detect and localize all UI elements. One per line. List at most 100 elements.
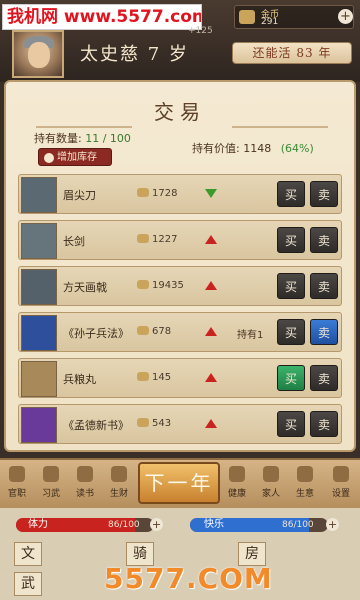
item-name: 方天画戟 bbox=[63, 281, 107, 294]
officials-icon bbox=[9, 466, 25, 482]
add-circle-icon bbox=[44, 153, 54, 163]
sell-button[interactable]: 卖 bbox=[310, 319, 338, 345]
item-name: 《孙子兵法》 bbox=[63, 327, 129, 340]
holdings-count: 持有数量: 11 / 100 bbox=[34, 130, 131, 146]
gear-icon bbox=[333, 466, 349, 482]
item-row: 方天画戟 19435 买卖 bbox=[18, 266, 342, 306]
nav-item-martial[interactable]: 习武 bbox=[36, 466, 66, 499]
add-stock-label: 增加库存 bbox=[57, 152, 97, 163]
top-header: 我机网 www.5577.com 太史慈 7 岁 +125 金币 291 + 还… bbox=[0, 0, 360, 82]
nav-item-wealth[interactable]: 生财 bbox=[104, 466, 134, 499]
watermark: 5577.COM bbox=[104, 562, 273, 595]
site-banner: 我机网 www.5577.com bbox=[2, 4, 202, 30]
panel-title: 交易 bbox=[154, 100, 206, 124]
item-price: 543 bbox=[137, 418, 171, 429]
item-price: 1728 bbox=[137, 188, 177, 199]
business-icon bbox=[297, 466, 313, 482]
nav-label: 设置 bbox=[331, 489, 350, 499]
trend-up-icon bbox=[205, 281, 217, 290]
nav-label: 家人 bbox=[261, 489, 280, 499]
gold-coin-icon bbox=[137, 326, 149, 335]
health-icon bbox=[229, 466, 245, 482]
price-value: 678 bbox=[152, 326, 172, 337]
item-icon bbox=[21, 269, 57, 305]
holdings-value-line: 持有价值: 1148 (64%) bbox=[192, 140, 314, 156]
buy-button[interactable]: 买 bbox=[277, 365, 305, 391]
value-percent: (64%) bbox=[280, 142, 314, 155]
next-year-button[interactable]: 下一年 bbox=[138, 462, 220, 504]
sell-button[interactable]: 卖 bbox=[310, 365, 338, 391]
trend-up-icon bbox=[205, 373, 217, 382]
nav-label: 生意 bbox=[295, 489, 314, 499]
book-icon bbox=[77, 466, 93, 482]
held-count: 持有1 bbox=[237, 330, 264, 341]
character-name: 太史慈 7 岁 bbox=[80, 44, 189, 65]
gold-display: 金币 291 bbox=[234, 5, 354, 29]
buy-button[interactable]: 买 bbox=[277, 227, 305, 253]
item-row: 眉尖刀 1728 买卖 bbox=[18, 174, 342, 214]
trend-up-icon bbox=[205, 235, 217, 244]
sell-button[interactable]: 卖 bbox=[310, 411, 338, 437]
nav-item-settings[interactable]: 设置 bbox=[326, 466, 356, 499]
lifespan-badge: 还能活 83 年 bbox=[232, 42, 352, 64]
item-price: 19435 bbox=[137, 280, 184, 291]
buy-button[interactable]: 买 bbox=[277, 273, 305, 299]
buy-button[interactable]: 买 bbox=[277, 411, 305, 437]
item-price: 145 bbox=[137, 372, 171, 383]
holdings-value: 11 / 100 bbox=[85, 132, 131, 145]
price-value: 145 bbox=[152, 372, 172, 383]
face-shape bbox=[28, 42, 50, 68]
trend-up-icon bbox=[205, 419, 217, 428]
gold-coin-icon bbox=[239, 10, 255, 24]
money-icon bbox=[111, 466, 127, 482]
skill-literary[interactable]: 文 bbox=[14, 542, 42, 566]
gold-coin-icon bbox=[137, 372, 149, 381]
gold-coin-icon bbox=[137, 234, 149, 243]
stamina-label: 体力 bbox=[28, 519, 48, 530]
item-icon bbox=[21, 177, 57, 213]
title-divider-right bbox=[232, 126, 328, 128]
sell-button[interactable]: 卖 bbox=[310, 227, 338, 253]
character-avatar[interactable] bbox=[12, 30, 64, 78]
add-stock-button[interactable]: 增加库存 bbox=[38, 148, 112, 166]
price-value: 543 bbox=[152, 418, 172, 429]
item-row: 《孟德新书》 543 买卖 bbox=[18, 404, 342, 444]
item-icon bbox=[21, 361, 57, 397]
joy-value: 86/100 bbox=[282, 520, 314, 530]
value-amount: 1148 bbox=[243, 142, 272, 155]
item-name: 《孟德新书》 bbox=[63, 419, 129, 432]
stamina-plus-button[interactable]: + bbox=[150, 518, 163, 531]
skill-martial[interactable]: 武 bbox=[14, 572, 42, 596]
item-row: 兵粮丸 145 买卖 bbox=[18, 358, 342, 398]
nav-label: 习武 bbox=[41, 489, 60, 499]
gold-value: 291 bbox=[261, 17, 279, 27]
item-name: 长剑 bbox=[63, 235, 85, 248]
item-price: 1227 bbox=[137, 234, 177, 245]
add-gold-button[interactable]: + bbox=[338, 9, 353, 24]
nav-item-study[interactable]: 读书 bbox=[70, 466, 100, 499]
sell-button[interactable]: 卖 bbox=[310, 273, 338, 299]
item-row: 《孙子兵法》 678 持有1 买卖 bbox=[18, 312, 342, 352]
gold-coin-icon bbox=[137, 280, 149, 289]
trend-up-icon bbox=[205, 327, 217, 336]
nav-item-health[interactable]: 健康 bbox=[222, 466, 252, 499]
item-icon bbox=[21, 223, 57, 259]
item-icon bbox=[21, 315, 57, 351]
family-icon bbox=[263, 466, 279, 482]
joy-plus-button[interactable]: + bbox=[326, 518, 339, 531]
sell-button[interactable]: 卖 bbox=[310, 181, 338, 207]
buy-button[interactable]: 买 bbox=[277, 181, 305, 207]
value-label: 持有价值: bbox=[192, 142, 240, 155]
gold-coin-icon bbox=[137, 188, 149, 197]
price-value: 1728 bbox=[152, 188, 178, 199]
nav-label: 健康 bbox=[227, 489, 246, 499]
title-divider-left bbox=[36, 126, 132, 128]
trade-panel: 交易 持有数量: 11 / 100 增加库存 持有价值: 1148 (64%) … bbox=[4, 80, 356, 452]
nav-item-family[interactable]: 家人 bbox=[256, 466, 286, 499]
joy-label: 快乐 bbox=[204, 519, 224, 530]
buy-button[interactable]: 买 bbox=[277, 319, 305, 345]
nav-item-officials[interactable]: 官职 bbox=[2, 466, 32, 499]
item-name: 眉尖刀 bbox=[63, 189, 96, 202]
price-value: 1227 bbox=[152, 234, 178, 245]
nav-item-business[interactable]: 生意 bbox=[290, 466, 320, 499]
